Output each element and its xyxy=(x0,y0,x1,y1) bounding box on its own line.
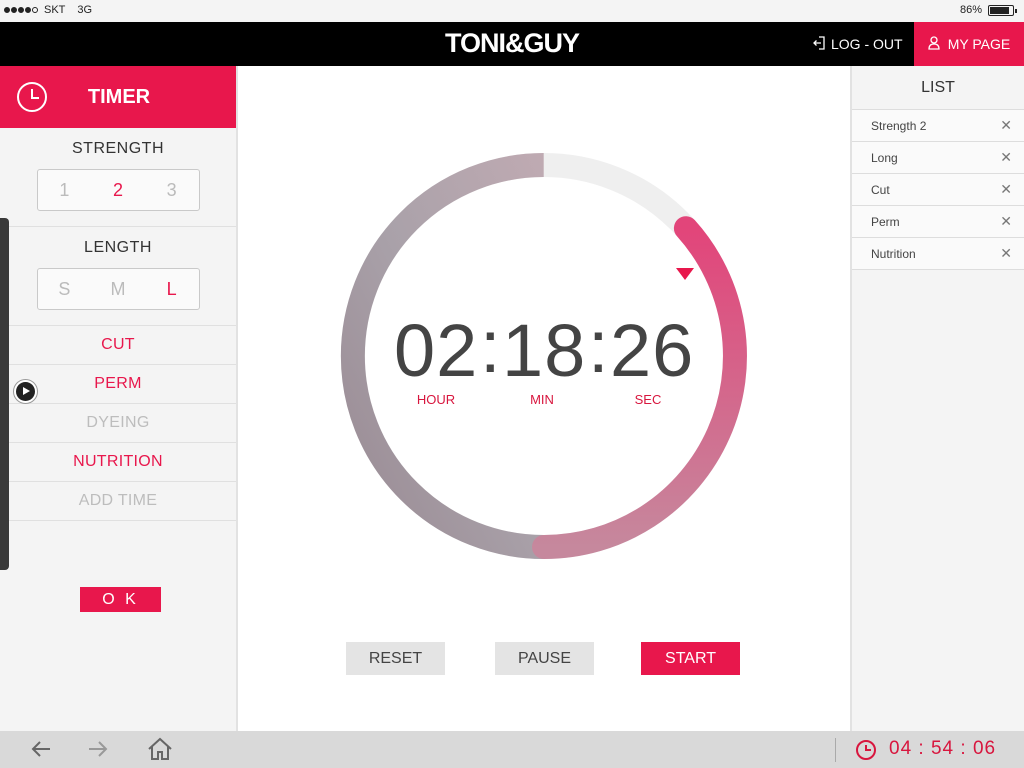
timer-seconds: 26 xyxy=(610,309,695,392)
list-item: Long ✕ xyxy=(852,142,1024,174)
length-selector: SML xyxy=(36,268,200,310)
list-item: Cut ✕ xyxy=(852,174,1024,206)
timer-display: 02 : 18 : 26 xyxy=(390,305,700,398)
list-item: Nutrition ✕ xyxy=(852,238,1024,270)
status-left: SKT 3G xyxy=(4,4,92,16)
list-item-label: Perm xyxy=(871,214,900,229)
menu-item-dyeing[interactable]: DYEING xyxy=(0,403,236,442)
hour-label: HOUR xyxy=(416,392,456,407)
user-icon xyxy=(928,35,940,53)
session-clock: 04 : 54 : 06 xyxy=(889,738,997,759)
dial-pointer-icon xyxy=(676,268,694,280)
close-icon[interactable]: ✕ xyxy=(1000,117,1012,134)
ok-button[interactable]: O K xyxy=(80,587,161,612)
mypage-button[interactable]: MY PAGE xyxy=(914,22,1024,66)
logout-label: LOG - OUT xyxy=(831,36,903,52)
carrier-label: SKT xyxy=(44,4,66,16)
close-icon[interactable]: ✕ xyxy=(1000,181,1012,198)
strength-option[interactable]: 1 xyxy=(44,180,84,201)
strength-option[interactable]: 2 xyxy=(98,180,138,201)
bottom-toolbar: 04 : 54 : 06 xyxy=(0,731,1024,768)
side-drawer-handle[interactable] xyxy=(0,218,9,570)
status-bar: SKT 3G 86% xyxy=(0,0,1024,22)
strength-option[interactable]: 3 xyxy=(152,180,192,201)
back-arrow-icon[interactable] xyxy=(30,738,52,765)
pause-button[interactable]: PAUSE xyxy=(495,642,594,675)
length-option[interactable]: L xyxy=(152,279,192,300)
timer-minutes: 18 xyxy=(502,309,587,392)
forward-arrow-icon[interactable] xyxy=(87,738,109,765)
play-icon[interactable] xyxy=(13,379,38,404)
clock-icon xyxy=(855,739,877,766)
length-title: LENGTH xyxy=(84,239,152,256)
menu-item-nutrition[interactable]: NUTRITION xyxy=(0,442,236,481)
timer-panel-title: TIMER xyxy=(87,86,151,108)
length-option[interactable]: M xyxy=(98,279,138,300)
timer-hours: 02 xyxy=(394,309,479,392)
battery-icon xyxy=(988,4,1017,16)
selection-list-panel: LIST Strength 2 ✕ Long ✕ Cut ✕ Perm ✕ Nutrition ✕ xyxy=(850,66,1024,731)
mypage-label: MY PAGE xyxy=(947,36,1011,52)
start-button[interactable]: START xyxy=(641,642,740,675)
list-item-label: Long xyxy=(871,150,898,165)
network-label: 3G xyxy=(77,4,93,16)
reset-button[interactable]: RESET xyxy=(346,642,445,675)
logout-button[interactable]: LOG - OUT xyxy=(813,22,903,66)
logout-icon xyxy=(813,35,825,53)
timer-separator: : xyxy=(480,305,502,388)
signal-icon xyxy=(4,7,38,13)
list-item-label: Nutrition xyxy=(871,246,916,261)
menu-item-cut[interactable]: CUT xyxy=(0,325,236,364)
strength-selector: 123 xyxy=(36,169,200,211)
close-icon[interactable]: ✕ xyxy=(1000,213,1012,230)
list-item: Strength 2 ✕ xyxy=(852,110,1024,142)
strength-title: STRENGTH xyxy=(72,140,164,157)
list-title: LIST xyxy=(852,66,1024,110)
close-icon[interactable]: ✕ xyxy=(1000,149,1012,166)
list-item-label: Cut xyxy=(871,182,890,197)
app-header: TONI&GUY LOG - OUT MY PAGE xyxy=(0,22,1024,66)
battery-percent: 86% xyxy=(959,4,982,16)
service-menu: CUT PERM DYEING NUTRITION ADD TIME xyxy=(0,325,236,520)
menu-item-add-time[interactable]: ADD TIME xyxy=(0,481,236,520)
min-label: MIN xyxy=(530,392,554,407)
list-item-label: Strength 2 xyxy=(871,118,927,133)
sec-label: SEC xyxy=(634,392,662,407)
status-right: 86% xyxy=(959,4,1017,16)
timer-panel-header: TIMER xyxy=(0,66,236,128)
close-icon[interactable]: ✕ xyxy=(1000,245,1012,262)
toolbar-divider xyxy=(835,738,836,762)
home-icon[interactable] xyxy=(147,737,173,766)
length-option[interactable]: S xyxy=(44,279,84,300)
timer-separator: : xyxy=(588,305,610,388)
list-item: Perm ✕ xyxy=(852,206,1024,238)
selection-list: Strength 2 ✕ Long ✕ Cut ✕ Perm ✕ Nutrition ✕ xyxy=(852,110,1024,270)
